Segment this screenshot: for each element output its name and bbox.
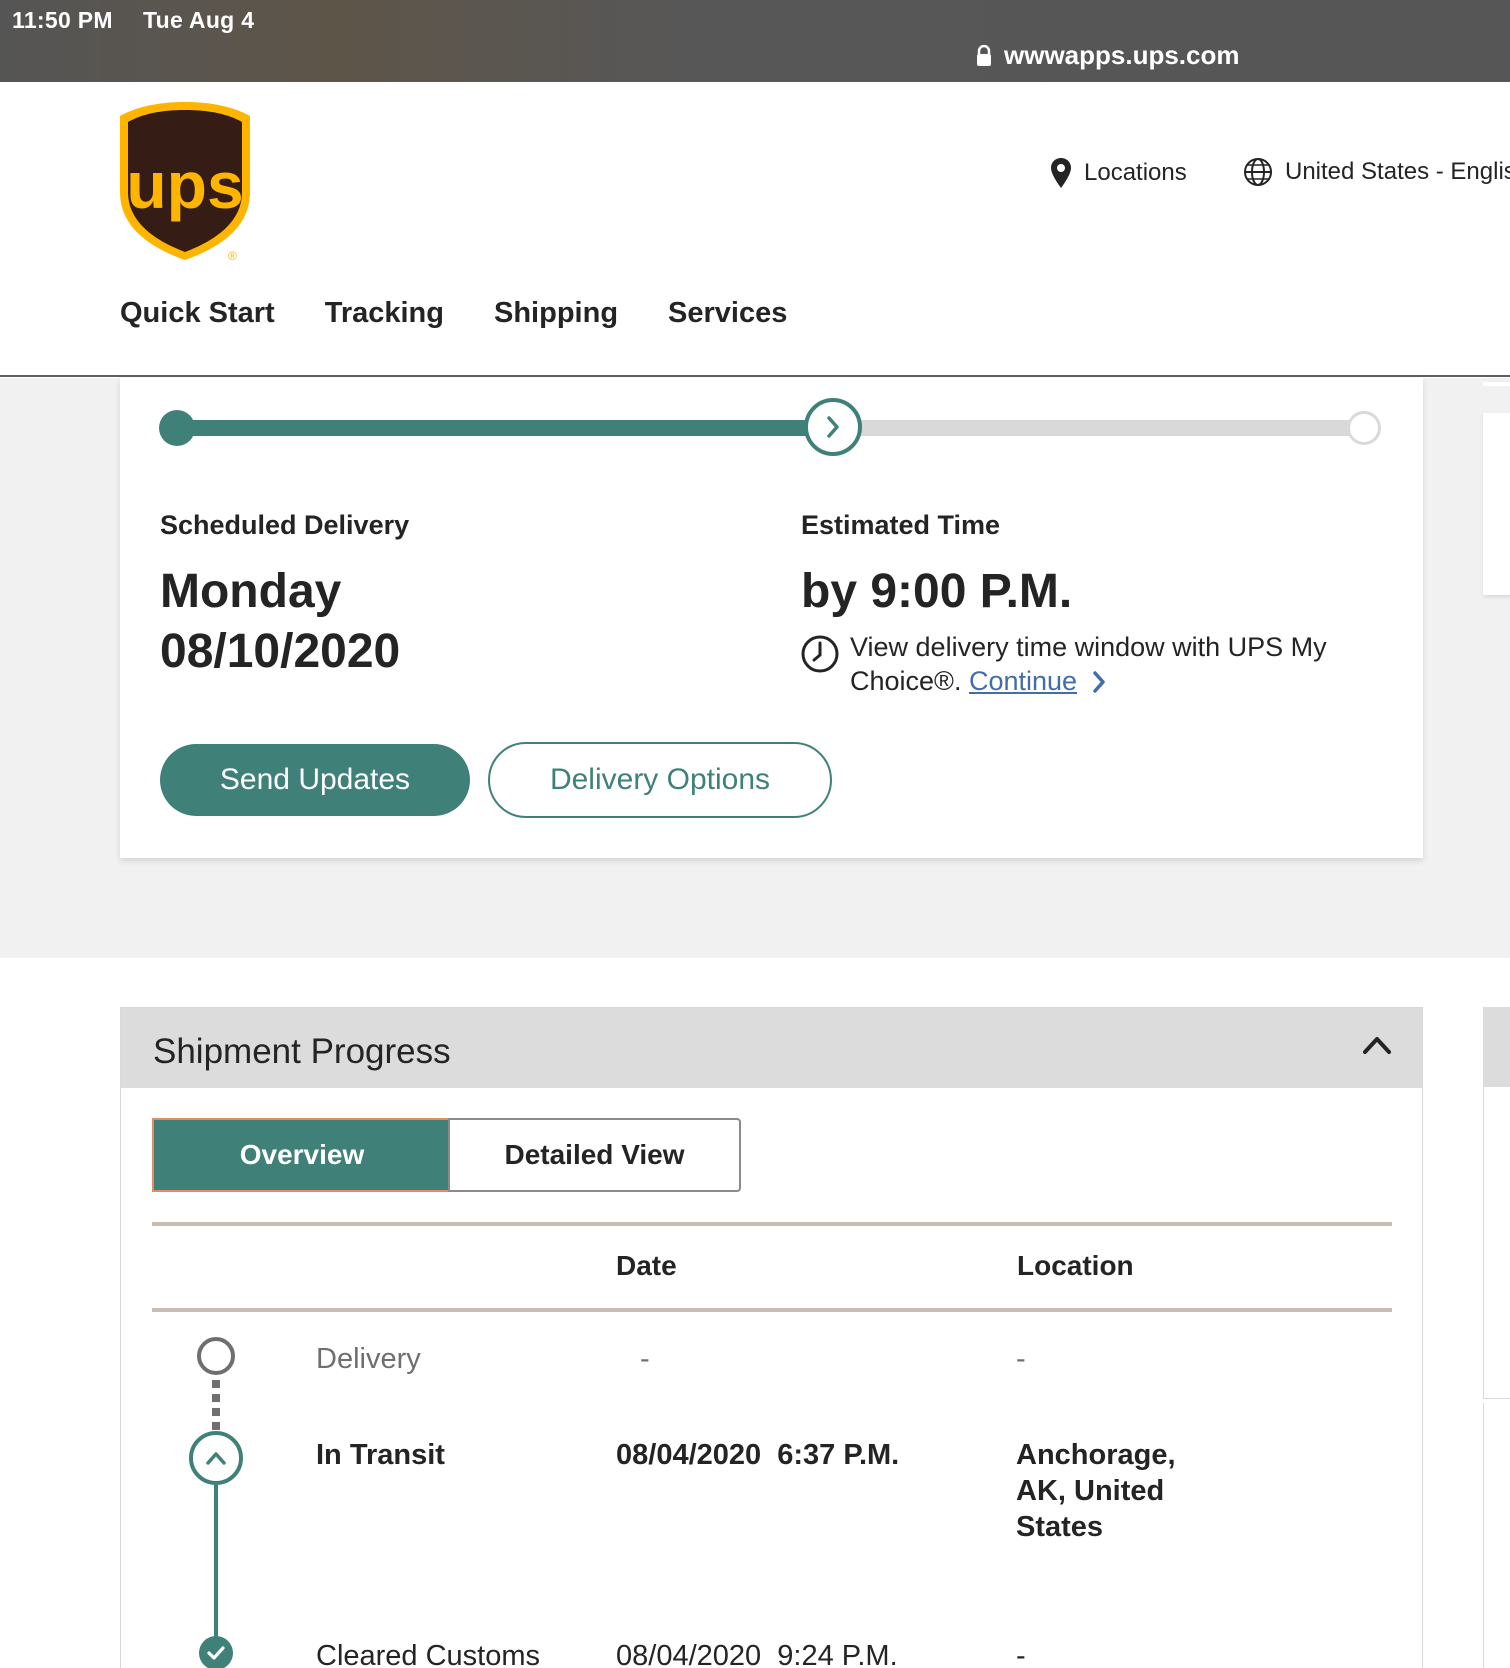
nav-services[interactable]: Services xyxy=(668,297,787,330)
row-cleared-customs-date: 08/04/2020 9:24 P.M. xyxy=(616,1640,898,1668)
address-bar[interactable]: wwwapps.ups.com xyxy=(976,40,1240,71)
row-delivery-date: - xyxy=(640,1343,650,1375)
timeline-solid-connector xyxy=(214,1485,218,1645)
scheduled-date: 08/10/2020 xyxy=(160,625,401,678)
chevron-up-icon[interactable] xyxy=(1362,1034,1392,1056)
row-in-transit-location: Anchorage, AK, United States xyxy=(1016,1439,1176,1543)
timeline-pending-dot xyxy=(197,1337,235,1375)
ups-shield-icon: ups ® xyxy=(120,102,250,263)
shipment-progress-title: Shipment Progress xyxy=(153,1032,451,1071)
status-bar: 11:50 PM Tue Aug 4 wwwapps.ups.com xyxy=(0,0,1510,82)
nav-shipping[interactable]: Shipping xyxy=(494,297,618,330)
row-delivery-location: - xyxy=(1016,1343,1026,1375)
side-panel-header xyxy=(1483,1007,1510,1087)
url-text: wwwapps.ups.com xyxy=(1004,40,1240,70)
svg-text:ups: ups xyxy=(126,148,243,222)
locations-link[interactable]: Locations xyxy=(1050,157,1187,189)
checkmark-icon xyxy=(207,1646,225,1660)
progress-end-dot xyxy=(1347,411,1381,445)
row-in-transit-date: 08/04/2020 6:37 P.M. xyxy=(616,1439,900,1471)
table-header-bottom-rule xyxy=(152,1308,1392,1312)
tab-overview[interactable]: Overview xyxy=(152,1118,450,1192)
column-header-date: Date xyxy=(616,1250,677,1281)
row-in-transit-status: In Transit xyxy=(316,1439,445,1471)
language-selector[interactable]: United States - English xyxy=(1243,157,1510,187)
estimated-time: by 9:00 P.M. xyxy=(801,565,1073,618)
continue-link[interactable]: Continue xyxy=(969,666,1077,696)
nav-tracking[interactable]: Tracking xyxy=(325,297,444,330)
globe-icon xyxy=(1244,158,1272,186)
side-panel-body xyxy=(1483,1087,1510,1399)
tab-detailed-view[interactable]: Detailed View xyxy=(448,1118,741,1192)
delivery-progress-fill xyxy=(178,420,833,436)
site-header: ups ® Locations United States - English … xyxy=(0,82,1510,377)
table-header-top-rule xyxy=(152,1222,1392,1226)
progress-start-dot xyxy=(159,410,195,446)
main-nav: Quick Start Tracking Shipping Services xyxy=(120,297,787,330)
svg-text:®: ® xyxy=(228,249,237,262)
row-delivery-status: Delivery xyxy=(316,1343,421,1375)
row-cleared-customs-status: Cleared Customs xyxy=(316,1640,541,1668)
shipment-progress-panel: Shipment Progress xyxy=(120,1007,1423,1668)
timeline-done-dot xyxy=(199,1636,233,1668)
my-choice-message: View delivery time window with UPS My Ch… xyxy=(850,632,1327,696)
chevron-right-icon[interactable] xyxy=(1091,670,1107,694)
status-time: 11:50 PM xyxy=(12,7,113,33)
chevron-right-icon xyxy=(827,416,839,438)
timeline-current-marker xyxy=(189,1431,243,1485)
my-choice-note: View delivery time window with UPS My Ch… xyxy=(800,630,1410,698)
side-card-edge xyxy=(1483,382,1510,386)
clock-icon xyxy=(801,635,839,673)
nav-quick-start[interactable]: Quick Start xyxy=(120,297,275,330)
my-choice-text: View delivery time window with UPS My Ch… xyxy=(850,630,1410,698)
shipment-progress-header[interactable]: Shipment Progress xyxy=(121,1008,1422,1088)
estimated-time-label: Estimated Time xyxy=(801,510,1001,540)
column-header-location: Location xyxy=(1017,1250,1134,1281)
language-label: United States - English xyxy=(1285,158,1510,185)
scheduled-delivery-label: Scheduled Delivery xyxy=(160,510,410,540)
side-panel-body-lower xyxy=(1483,1403,1510,1668)
locations-label: Locations xyxy=(1084,159,1187,186)
lock-icon xyxy=(977,44,991,66)
scheduled-day: Monday xyxy=(160,565,342,618)
ups-logo[interactable]: ups ® xyxy=(118,100,253,263)
progress-current-marker xyxy=(804,398,862,456)
timeline-dotted-connector xyxy=(212,1380,220,1430)
map-pin-icon xyxy=(1051,158,1071,188)
side-card xyxy=(1483,413,1510,595)
send-updates-button[interactable]: Send Updates xyxy=(160,744,470,816)
row-cleared-customs-location: - xyxy=(1016,1640,1026,1668)
status-date: Tue Aug 4 xyxy=(143,7,255,33)
delivery-options-button[interactable]: Delivery Options xyxy=(488,742,832,818)
chevron-up-icon xyxy=(206,1452,226,1465)
